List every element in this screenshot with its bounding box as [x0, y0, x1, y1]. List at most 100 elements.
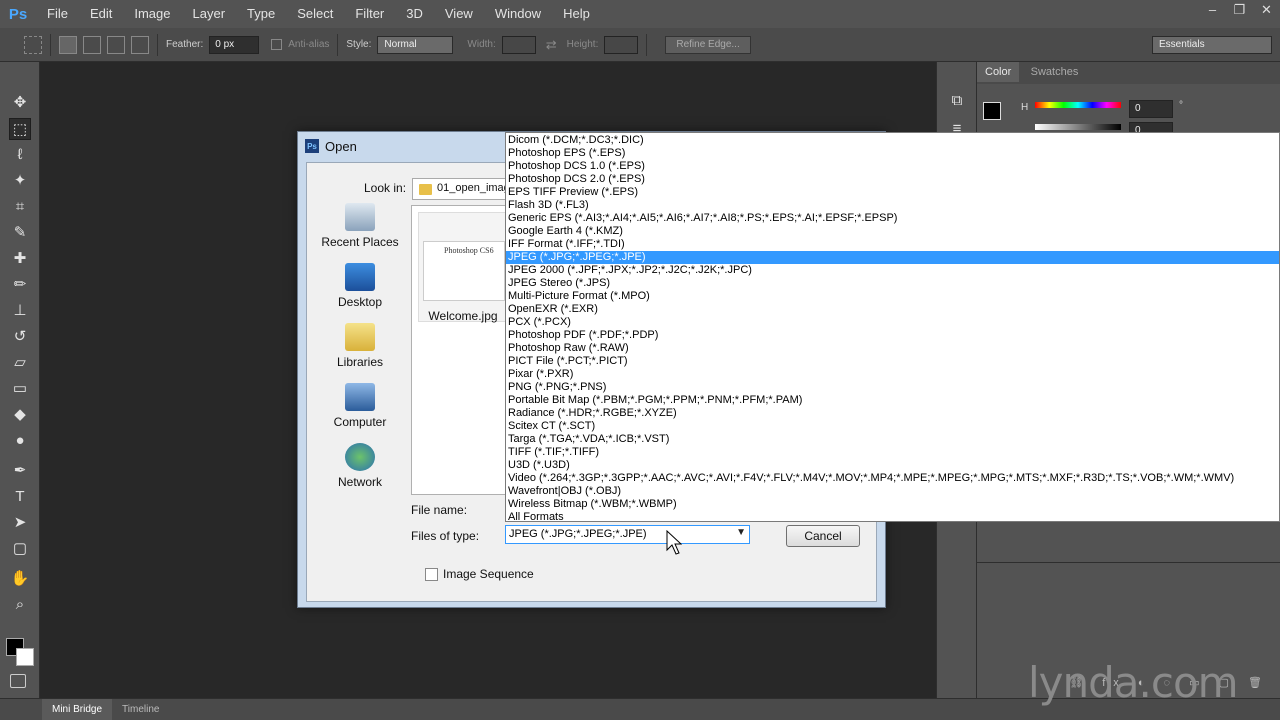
- file-type-option[interactable]: Targa (*.TGA;*.VDA;*.ICB;*.VST): [508, 433, 669, 446]
- tab-color[interactable]: Color: [977, 62, 1020, 82]
- file-type-option[interactable]: Radiance (*.HDR;*.RGBE;*.XYZE): [508, 407, 677, 420]
- new-selection-icon[interactable]: [59, 35, 77, 54]
- file-type-option[interactable]: U3D (*.U3D): [508, 459, 570, 472]
- feather-input[interactable]: 0 px: [209, 35, 260, 54]
- file-type-option[interactable]: Dicom (*.DCM;*.DC3;*.DIC): [508, 134, 644, 147]
- marquee-preset-icon[interactable]: [24, 35, 42, 54]
- file-type-option[interactable]: Generic EPS (*.AI3;*.AI4;*.AI5;*.AI6;*.A…: [508, 212, 897, 225]
- place-computer[interactable]: Computer: [315, 383, 405, 429]
- file-type-option[interactable]: JPEG 2000 (*.JPF;*.JPX;*.JP2;*.J2C;*.J2K…: [508, 264, 752, 277]
- file-type-option[interactable]: Photoshop EPS (*.EPS): [508, 147, 625, 160]
- background-color-swatch[interactable]: [16, 648, 34, 666]
- image-sequence-option[interactable]: Image Sequence: [425, 567, 534, 581]
- file-type-option[interactable]: Portable Bit Map (*.PBM;*.PGM;*.PPM;*.PN…: [508, 394, 802, 407]
- file-type-option[interactable]: Flash 3D (*.FL3): [508, 199, 589, 212]
- menu-image[interactable]: Image: [123, 0, 181, 28]
- hue-input[interactable]: 0: [1129, 100, 1173, 118]
- file-type-option[interactable]: All Formats: [508, 511, 564, 524]
- width-input[interactable]: [501, 35, 536, 54]
- file-type-option[interactable]: Photoshop DCS 1.0 (*.EPS): [508, 160, 645, 173]
- menu-view[interactable]: View: [434, 0, 484, 28]
- place-libraries[interactable]: Libraries: [315, 323, 405, 369]
- subtract-selection-icon[interactable]: [107, 35, 125, 54]
- path-selection-tool-icon[interactable]: ➤: [9, 512, 31, 534]
- file-type-option[interactable]: PICT File (*.PCT;*.PICT): [508, 355, 628, 368]
- file-type-option[interactable]: Wireless Bitmap (*.WBM;*.WBMP): [508, 498, 677, 511]
- tab-swatches[interactable]: Swatches: [1023, 62, 1087, 82]
- thumbnail-text: Photoshop CS6: [444, 246, 494, 255]
- place-desktop[interactable]: Desktop: [315, 263, 405, 309]
- file-type-option[interactable]: EPS TIFF Preview (*.EPS): [508, 186, 638, 199]
- menu-edit[interactable]: Edit: [79, 0, 123, 28]
- file-type-option[interactable]: Photoshop Raw (*.RAW): [508, 342, 629, 355]
- menu-filter[interactable]: Filter: [344, 0, 395, 28]
- blur-tool-icon[interactable]: ◆: [9, 404, 31, 426]
- menu-file[interactable]: File: [36, 0, 79, 28]
- tab-mini-bridge[interactable]: Mini Bridge: [42, 698, 113, 720]
- menu-help[interactable]: Help: [552, 0, 601, 28]
- clone-stamp-tool-icon[interactable]: ⊥: [9, 300, 31, 322]
- cancel-button[interactable]: Cancel: [786, 525, 860, 547]
- minimize-icon[interactable]: –: [1199, 0, 1226, 22]
- move-tool-icon[interactable]: ✥: [9, 92, 31, 114]
- menu-window[interactable]: Window: [484, 0, 552, 28]
- file-type-option[interactable]: Multi-Picture Format (*.MPO): [508, 290, 650, 303]
- file-type-option[interactable]: Pixar (*.PXR): [508, 368, 573, 381]
- history-brush-tool-icon[interactable]: ↺: [9, 326, 31, 348]
- file-type-option[interactable]: JPEG (*.JPG;*.JPEG;*.JPE): [506, 251, 1279, 264]
- file-type-option[interactable]: JPEG Stereo (*.JPS): [508, 277, 610, 290]
- antialias-checkbox[interactable]: [271, 39, 283, 50]
- hue-slider[interactable]: [1035, 102, 1121, 108]
- gradient-tool-icon[interactable]: ▭: [9, 378, 31, 400]
- lasso-tool-icon[interactable]: ℓ: [9, 144, 31, 166]
- place-recent-places[interactable]: Recent Places: [315, 203, 405, 249]
- menu-select[interactable]: Select: [286, 0, 344, 28]
- file-type-option[interactable]: Photoshop DCS 2.0 (*.EPS): [508, 173, 645, 186]
- file-type-option[interactable]: TIFF (*.TIF;*.TIFF): [508, 446, 599, 459]
- menu-3d[interactable]: 3D: [395, 0, 434, 28]
- swap-icon[interactable]: ⇄: [546, 37, 557, 53]
- healing-brush-tool-icon[interactable]: ✚: [9, 248, 31, 270]
- file-type-option[interactable]: Photoshop PDF (*.PDF;*.PDP): [508, 329, 658, 342]
- rectangle-tool-icon[interactable]: ▢: [9, 538, 31, 560]
- place-network[interactable]: Network: [315, 443, 405, 489]
- saturation-slider[interactable]: [1035, 124, 1121, 130]
- zoom-tool-icon[interactable]: ⌕: [9, 594, 31, 616]
- tools-panel: ✥ ⬚ ℓ ✦ ⌗ ✎ ✚ ✏ ⊥ ↺ ▱ ▭ ◆ ● ✒ T ➤ ▢ ✋ ⌕: [0, 62, 40, 698]
- style-select[interactable]: Normal: [377, 35, 454, 54]
- image-sequence-checkbox[interactable]: [425, 567, 438, 581]
- quick-mask-icon[interactable]: [10, 674, 26, 688]
- height-input[interactable]: [604, 35, 639, 54]
- file-type-option[interactable]: Scitex CT (*.SCT): [508, 420, 595, 433]
- hand-tool-icon[interactable]: ✋: [9, 568, 31, 590]
- close-icon[interactable]: ✕: [1253, 0, 1280, 22]
- tab-timeline[interactable]: Timeline: [112, 699, 169, 720]
- eraser-tool-icon[interactable]: ▱: [9, 352, 31, 374]
- add-selection-icon[interactable]: [83, 35, 101, 54]
- workspace-select[interactable]: Essentials: [1152, 35, 1272, 54]
- restore-icon[interactable]: ❐: [1226, 0, 1253, 22]
- file-item-welcome[interactable]: Photoshop CS6 Welcome.jpg: [418, 212, 508, 323]
- brush-tool-icon[interactable]: ✏: [9, 274, 31, 296]
- files-of-type-select[interactable]: JPEG (*.JPG;*.JPEG;*.JPE) ▼: [505, 525, 750, 544]
- fg-color-chip[interactable]: [983, 102, 1001, 120]
- eyedropper-tool-icon[interactable]: ✎: [9, 222, 31, 244]
- crop-tool-icon[interactable]: ⌗: [9, 196, 31, 218]
- menu-layer[interactable]: Layer: [182, 0, 237, 28]
- intersect-selection-icon[interactable]: [131, 35, 149, 54]
- pen-tool-icon[interactable]: ✒: [9, 460, 31, 482]
- refine-edge-button[interactable]: Refine Edge...: [665, 35, 751, 54]
- history-panel-icon[interactable]: ⧉: [946, 90, 968, 112]
- file-type-option[interactable]: PCX (*.PCX): [508, 316, 571, 329]
- menu-type[interactable]: Type: [236, 0, 286, 28]
- file-type-option[interactable]: OpenEXR (*.EXR): [508, 303, 598, 316]
- dodge-tool-icon[interactable]: ●: [9, 430, 31, 452]
- file-type-option[interactable]: Google Earth 4 (*.KMZ): [508, 225, 623, 238]
- type-tool-icon[interactable]: T: [9, 486, 31, 508]
- marquee-tool-icon[interactable]: ⬚: [9, 118, 31, 140]
- file-type-option[interactable]: Video (*.264;*.3GP;*.3GPP;*.AAC;*.AVC;*.…: [508, 472, 1234, 485]
- magic-wand-tool-icon[interactable]: ✦: [9, 170, 31, 192]
- file-type-option[interactable]: PNG (*.PNG;*.PNS): [508, 381, 606, 394]
- file-type-option[interactable]: Wavefront|OBJ (*.OBJ): [508, 485, 621, 498]
- file-type-option[interactable]: IFF Format (*.IFF;*.TDI): [508, 238, 625, 251]
